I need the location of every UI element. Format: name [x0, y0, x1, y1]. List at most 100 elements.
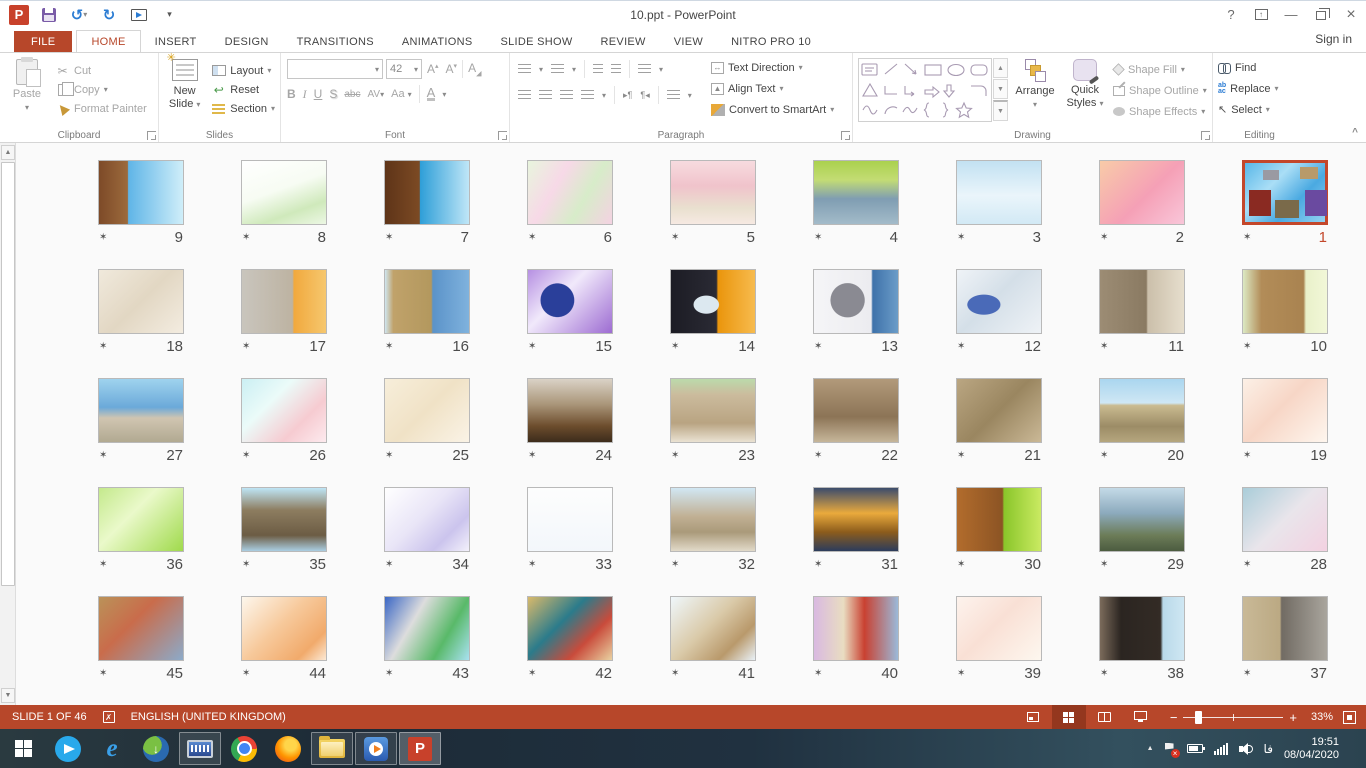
slide-thumbnail-12[interactable]	[956, 269, 1042, 334]
quick-styles-button[interactable]: Quick Styles ▾	[1060, 55, 1110, 127]
help-button[interactable]: ?	[1216, 1, 1246, 28]
tab-transitions[interactable]: TRANSITIONS	[283, 31, 388, 52]
tab-home[interactable]: HOME	[76, 30, 140, 53]
slide-thumbnail-20[interactable]	[1099, 378, 1185, 443]
slide-thumbnail-39[interactable]	[956, 596, 1042, 661]
slide-thumbnail-28[interactable]	[1242, 487, 1328, 552]
slide-thumbnail-5[interactable]	[670, 160, 756, 225]
slide-thumbnail-23[interactable]	[670, 378, 756, 443]
taskbar-on-screen-keyboard-button[interactable]	[179, 732, 221, 765]
new-slide-button[interactable]: New Slide ▾	[161, 55, 208, 127]
select-button[interactable]: ↖Select▾	[1215, 99, 1304, 120]
slide-thumbnail-6[interactable]	[527, 160, 613, 225]
taskbar-idm-button[interactable]: ↓	[135, 732, 177, 765]
tab-insert[interactable]: INSERT	[141, 31, 211, 52]
drawing-dialog-launcher[interactable]	[1201, 131, 1210, 140]
slide-thumbnail-35[interactable]	[241, 487, 327, 552]
customize-qat-button[interactable]: ▾	[156, 4, 182, 26]
font-name-dropdown[interactable]: ▾	[375, 65, 379, 74]
slide-thumbnail-45[interactable]	[98, 596, 184, 661]
slide-show-button[interactable]	[1124, 705, 1158, 729]
zoom-out-button[interactable]: −	[1170, 710, 1178, 725]
align-right-button[interactable]	[560, 90, 573, 101]
font-size-combo[interactable]: 42▾	[386, 59, 422, 79]
copy-button[interactable]: Copy▾	[52, 80, 150, 99]
align-left-button[interactable]	[518, 90, 531, 101]
font-name-combo[interactable]: ▾	[287, 59, 383, 79]
taskbar-chrome-button[interactable]	[223, 732, 265, 765]
paste-button[interactable]: Paste ▾	[2, 55, 52, 127]
slide-thumbnail-32[interactable]	[670, 487, 756, 552]
slide-thumbnail-38[interactable]	[1099, 596, 1185, 661]
language-indicator[interactable]: ENGLISH (UNITED KINGDOM)	[131, 711, 286, 723]
slide-thumbnail-34[interactable]	[384, 487, 470, 552]
slide-thumbnail-13[interactable]	[813, 269, 899, 334]
change-case-button[interactable]: Aa ▾	[391, 88, 412, 100]
taskbar-clock[interactable]: 19:51 08/04/2020	[1284, 736, 1345, 762]
scrollbar-up-arrow[interactable]: ▲	[1, 145, 15, 160]
font-color-button[interactable]: A	[427, 87, 436, 101]
collapse-ribbon-button[interactable]: ^	[1352, 127, 1358, 138]
action-center-flag-icon[interactable]	[1165, 743, 1176, 755]
save-button[interactable]	[36, 4, 62, 26]
justify-button[interactable]	[581, 90, 594, 101]
close-button[interactable]: ×	[1336, 1, 1366, 28]
taskbar-telegram-button[interactable]	[47, 732, 89, 765]
align-center-button[interactable]	[539, 90, 552, 101]
character-spacing-button[interactable]: AV▾	[367, 89, 384, 100]
decrease-font-size-button[interactable]: A▾	[444, 62, 460, 76]
slide-thumbnail-8[interactable]	[241, 160, 327, 225]
undo-button[interactable]: ↺▾	[66, 4, 92, 26]
decrease-indent-button[interactable]	[593, 64, 603, 75]
slide-sorter-view-button[interactable]	[1052, 705, 1086, 729]
shapes-scroll-up-button[interactable]: ▲	[993, 58, 1008, 78]
slide-thumbnail-36[interactable]	[98, 487, 184, 552]
columns-button[interactable]	[667, 90, 680, 101]
reset-button[interactable]: ↩Reset	[208, 80, 278, 99]
clipboard-dialog-launcher[interactable]	[147, 131, 156, 140]
slide-thumbnail-21[interactable]	[956, 378, 1042, 443]
font-dialog-launcher[interactable]	[498, 131, 507, 140]
scrollbar-down-arrow[interactable]: ▼	[1, 688, 15, 703]
tab-slide-show[interactable]: SLIDE SHOW	[486, 31, 586, 52]
slide-thumbnail-40[interactable]	[813, 596, 899, 661]
increase-indent-button[interactable]	[611, 64, 621, 75]
paragraph-dialog-launcher[interactable]	[841, 131, 850, 140]
taskbar-powerpoint-button[interactable]: P	[399, 732, 441, 765]
slide-thumbnail-7[interactable]	[384, 160, 470, 225]
copy-dropdown[interactable]: ▾	[104, 85, 108, 94]
slide-thumbnail-4[interactable]	[813, 160, 899, 225]
slide-thumbnail-19[interactable]	[1242, 378, 1328, 443]
slide-thumbnail-26[interactable]	[241, 378, 327, 443]
slide-thumbnail-43[interactable]	[384, 596, 470, 661]
slide-thumbnail-24[interactable]	[527, 378, 613, 443]
layout-button[interactable]: Layout▾	[208, 61, 278, 80]
network-signal-icon[interactable]	[1214, 743, 1228, 755]
text-direction-button[interactable]: ↔Text Direction▾	[708, 57, 850, 78]
taskbar-media-player-button[interactable]	[355, 732, 397, 765]
slide-thumbnail-15[interactable]	[527, 269, 613, 334]
slide-thumbnail-10[interactable]	[1242, 269, 1328, 334]
sign-in-link[interactable]: Sign in	[1315, 32, 1352, 46]
arrange-button[interactable]: Arrange ▾	[1010, 55, 1060, 127]
slide-thumbnail-29[interactable]	[1099, 487, 1185, 552]
zoom-slider[interactable]	[1183, 710, 1283, 724]
ltr-direction-button[interactable]: ▸¶	[623, 90, 632, 101]
bold-button[interactable]: B	[287, 87, 296, 101]
slide-thumbnail-44[interactable]	[241, 596, 327, 661]
shape-effects-button[interactable]: Shape Effects▾	[1110, 101, 1210, 122]
replace-button[interactable]: abacReplace▾	[1215, 78, 1304, 99]
shapes-scroll-down-button[interactable]: ▼	[993, 79, 1008, 99]
slide-thumbnail-31[interactable]	[813, 487, 899, 552]
zoom-slider-thumb[interactable]	[1195, 711, 1202, 724]
clear-formatting-button[interactable]: A◢	[466, 61, 483, 77]
convert-to-smartart-button[interactable]: Convert to SmartArt▾	[708, 99, 850, 120]
slide-thumbnail-30[interactable]	[956, 487, 1042, 552]
italic-button[interactable]: I	[303, 87, 307, 102]
slide-thumbnail-2[interactable]	[1099, 160, 1185, 225]
taskbar-firefox-button[interactable]	[267, 732, 309, 765]
tab-review[interactable]: REVIEW	[587, 31, 660, 52]
tray-expand-icon[interactable]: ▲	[1147, 745, 1154, 752]
scrollbar-thumb[interactable]	[1, 162, 15, 586]
slide-thumbnail-41[interactable]	[670, 596, 756, 661]
